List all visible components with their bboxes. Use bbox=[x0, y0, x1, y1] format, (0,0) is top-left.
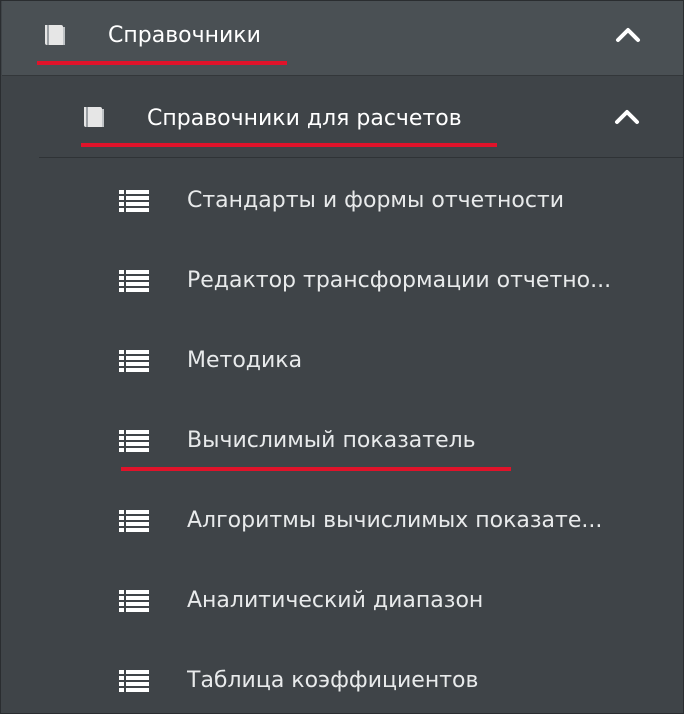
list-icon bbox=[119, 510, 149, 532]
menu-item-label: Аналитический диапазон bbox=[187, 588, 484, 613]
menu-item-label: Редактор трансформации отчетно... bbox=[187, 268, 612, 293]
list-icon bbox=[119, 190, 149, 212]
menu-item-redaktor-transformatsii[interactable]: Редактор трансформации отчетно... bbox=[1, 241, 683, 321]
menu-item-tablitsa-koeffitsientov[interactable]: Таблица коэффициентов bbox=[1, 641, 683, 713]
highlight-underline bbox=[37, 61, 287, 65]
list-icon bbox=[119, 430, 149, 452]
list-icon bbox=[119, 270, 149, 292]
chevron-up-icon[interactable] bbox=[614, 107, 640, 125]
navigation-menu: Справочники Справочники для расчетов Ста… bbox=[0, 0, 684, 714]
menu-item-metodika[interactable]: Методика bbox=[1, 321, 683, 401]
list-icon bbox=[119, 590, 149, 612]
menu-item-label: Стандарты и формы отчетности bbox=[187, 188, 565, 213]
chevron-up-icon[interactable] bbox=[615, 25, 641, 43]
list-icon bbox=[119, 670, 149, 692]
book-icon bbox=[45, 25, 65, 45]
menu-section-label: Справочники bbox=[108, 23, 261, 48]
highlight-underline bbox=[121, 467, 511, 471]
menu-item-label: Вычислимый показатель bbox=[187, 428, 476, 453]
menu-item-label: Методика bbox=[187, 348, 303, 373]
list-icon bbox=[119, 350, 149, 372]
book-icon bbox=[84, 107, 104, 127]
highlight-underline bbox=[81, 143, 497, 147]
menu-item-standarty[interactable]: Стандарты и формы отчетности bbox=[1, 161, 683, 241]
menu-item-label: Таблица коэффициентов bbox=[187, 668, 479, 693]
menu-item-algoritmy[interactable]: Алгоритмы вычислимых показате... bbox=[1, 481, 683, 561]
menu-item-label: Алгоритмы вычислимых показате... bbox=[187, 508, 603, 533]
menu-group-label: Справочники для расчетов bbox=[147, 106, 462, 131]
menu-item-analiticheskiy-diapazon[interactable]: Аналитический диапазон bbox=[1, 561, 683, 641]
